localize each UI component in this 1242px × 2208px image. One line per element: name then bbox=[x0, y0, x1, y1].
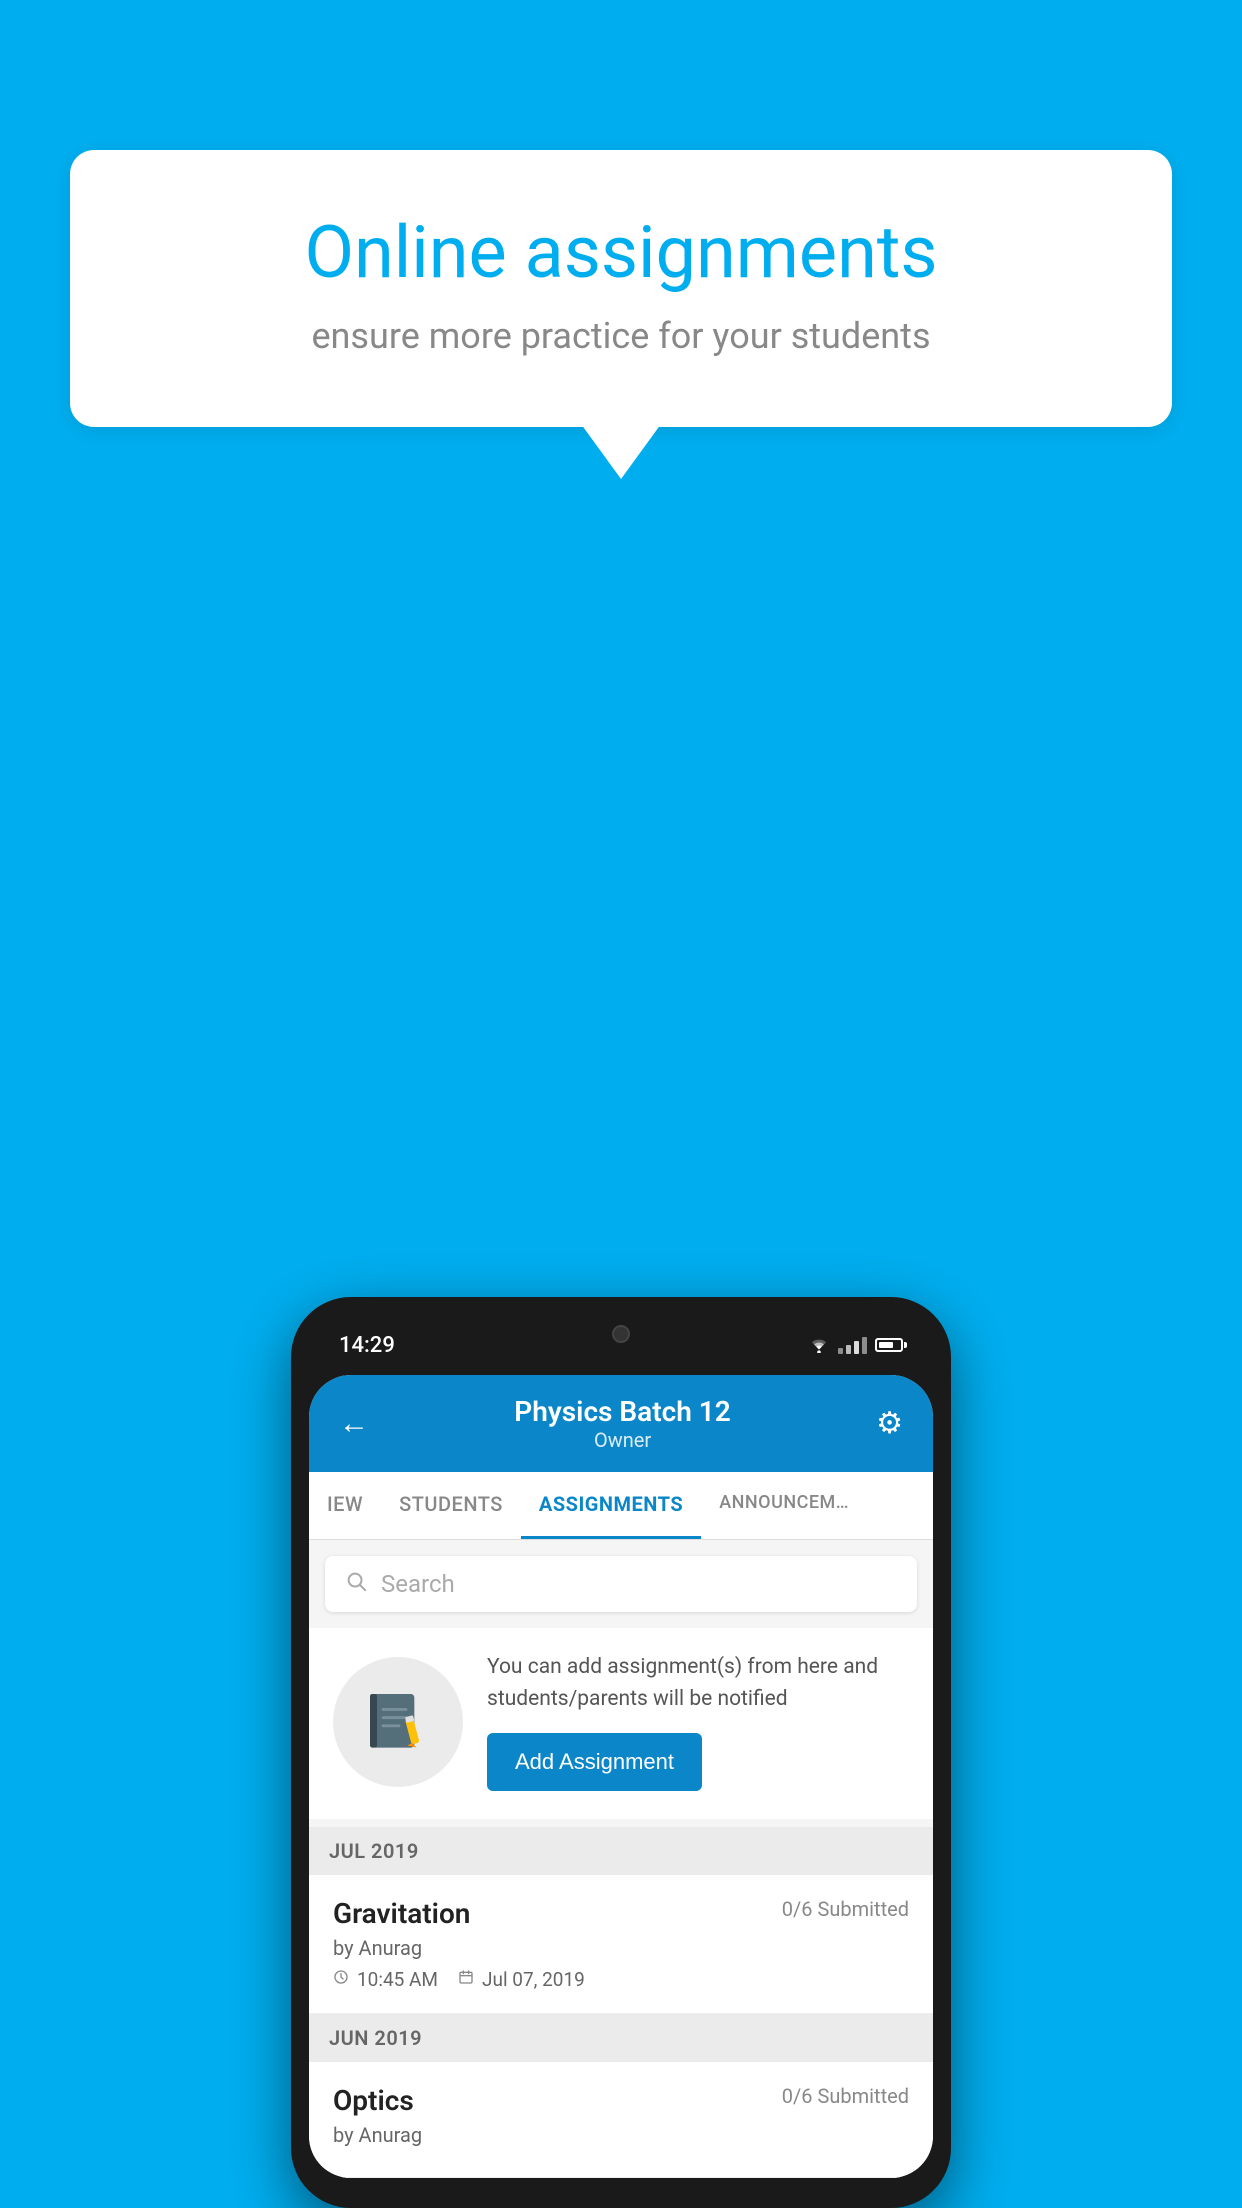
notebook-icon bbox=[363, 1687, 433, 1757]
section-jun-2019: JUN 2019 bbox=[309, 2014, 933, 2062]
assignment-name-gravitation: Gravitation bbox=[333, 1897, 470, 1930]
table-row[interactable]: Gravitation 0/6 Submitted by Anurag bbox=[309, 1875, 933, 2014]
optics-row1: Optics 0/6 Submitted bbox=[333, 2084, 909, 2117]
info-card: You can add assignment(s) from here and … bbox=[309, 1628, 933, 1819]
signal-icon bbox=[838, 1336, 867, 1354]
header-subtitle: Owner bbox=[514, 1428, 731, 1452]
bubble-title: Online assignments bbox=[140, 210, 1102, 295]
tab-announcements[interactable]: ANNOUNCEM… bbox=[701, 1472, 867, 1539]
settings-icon[interactable]: ⚙ bbox=[876, 1406, 903, 1441]
calendar-icon bbox=[458, 1969, 474, 1990]
gravitation-time: 10:45 AM bbox=[333, 1968, 438, 1991]
battery-icon bbox=[875, 1338, 903, 1352]
info-text-block: You can add assignment(s) from here and … bbox=[487, 1652, 909, 1791]
section-jun-label: JUN 2019 bbox=[329, 2026, 422, 2050]
section-jul-2019: JUL 2019 bbox=[309, 1827, 933, 1875]
gravitation-by: by Anurag bbox=[333, 1936, 909, 1960]
status-icons bbox=[808, 1336, 903, 1354]
phone-screen: ← Physics Batch 12 Owner ⚙ IEW STUDENTS … bbox=[309, 1375, 933, 2178]
clock-icon bbox=[333, 1969, 349, 1990]
gravitation-meta: 10:45 AM Jul 07, 2019 bbox=[333, 1968, 909, 1991]
camera bbox=[612, 1325, 630, 1343]
tab-bar: IEW STUDENTS ASSIGNMENTS ANNOUNCEM… bbox=[309, 1472, 933, 1540]
gravitation-time-value: 10:45 AM bbox=[357, 1968, 438, 1991]
speech-bubble-container: Online assignments ensure more practice … bbox=[70, 150, 1172, 427]
notebook-icon-circle bbox=[333, 1657, 463, 1787]
assignment-name-optics: Optics bbox=[333, 2084, 414, 2117]
status-time: 14:29 bbox=[339, 1333, 395, 1358]
header-title-block: Physics Batch 12 Owner bbox=[514, 1395, 731, 1452]
search-placeholder: Search bbox=[381, 1570, 455, 1598]
optics-by: by Anurag bbox=[333, 2123, 909, 2147]
notch bbox=[551, 1315, 691, 1353]
bubble-subtitle: ensure more practice for your students bbox=[140, 315, 1102, 357]
add-assignment-button[interactable]: Add Assignment bbox=[487, 1733, 702, 1791]
gravitation-date: Jul 07, 2019 bbox=[458, 1968, 585, 1991]
table-row[interactable]: Optics 0/6 Submitted by Anurag bbox=[309, 2062, 933, 2178]
section-jul-label: JUL 2019 bbox=[329, 1839, 419, 1863]
gravitation-date-value: Jul 07, 2019 bbox=[482, 1968, 585, 1991]
battery-fill bbox=[879, 1342, 893, 1348]
app-header: ← Physics Batch 12 Owner ⚙ bbox=[309, 1375, 933, 1472]
speech-bubble: Online assignments ensure more practice … bbox=[70, 150, 1172, 427]
assignment-row1: Gravitation 0/6 Submitted bbox=[333, 1897, 909, 1930]
wifi-icon bbox=[808, 1337, 830, 1353]
header-title: Physics Batch 12 bbox=[514, 1395, 731, 1428]
phone-device: 14:29 bbox=[291, 1297, 951, 2208]
search-icon bbox=[345, 1570, 367, 1598]
status-bar: 14:29 bbox=[309, 1315, 933, 1375]
phone-body: 14:29 bbox=[291, 1297, 951, 2208]
tab-students[interactable]: STUDENTS bbox=[381, 1472, 521, 1539]
optics-submitted: 0/6 Submitted bbox=[782, 2084, 909, 2108]
search-bar[interactable]: Search bbox=[325, 1556, 917, 1612]
info-description: You can add assignment(s) from here and … bbox=[487, 1652, 909, 1715]
tab-assignments[interactable]: ASSIGNMENTS bbox=[521, 1472, 701, 1539]
back-button[interactable]: ← bbox=[339, 1406, 369, 1441]
gravitation-submitted: 0/6 Submitted bbox=[782, 1897, 909, 1921]
tab-iew[interactable]: IEW bbox=[309, 1472, 381, 1539]
